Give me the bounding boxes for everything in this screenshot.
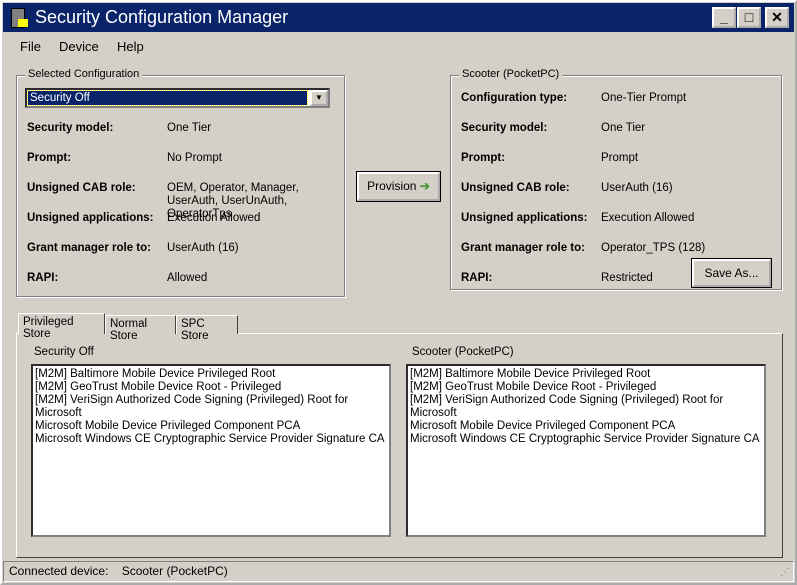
certificate-item[interactable]: [M2M] Baltimore Mobile Device Privileged… — [410, 368, 762, 381]
tab-normal-store[interactable]: Normal Store — [105, 315, 176, 342]
field-value: Execution Allowed — [167, 212, 261, 224]
double-arrow-icon: ➔ — [419, 179, 430, 193]
status-label: Connected device: — [9, 564, 109, 578]
field-label: Grant manager role to: — [27, 242, 151, 254]
menu-device[interactable]: Device — [59, 39, 99, 54]
field-label: Grant manager role to: — [461, 242, 585, 254]
minimize-button[interactable]: _ — [712, 7, 736, 28]
field-value: Prompt — [601, 152, 639, 164]
save-as-button[interactable]: Save As... — [691, 258, 772, 288]
field-value: Allowed — [167, 272, 208, 284]
field-label: Security model: — [27, 122, 114, 134]
certificate-item[interactable]: [M2M] Baltimore Mobile Device Privileged… — [35, 368, 387, 381]
right-certificate-list[interactable]: [M2M] Baltimore Mobile Device Privileged… — [406, 364, 766, 537]
field-label: Unsigned applications: — [461, 212, 588, 224]
group-label: Scooter (PocketPC) — [459, 68, 563, 80]
certificate-item[interactable]: Microsoft Mobile Device Privileged Compo… — [35, 420, 387, 433]
left-store-title: Security Off — [34, 346, 94, 358]
left-certificate-list[interactable]: [M2M] Baltimore Mobile Device Privileged… — [31, 364, 391, 537]
menu-file[interactable]: File — [20, 39, 41, 54]
tab-privileged-store[interactable]: Privileged Store — [18, 313, 105, 340]
field-label: RAPI: — [27, 272, 59, 284]
field-label: Configuration type: — [461, 92, 568, 104]
field-label: RAPI: — [461, 272, 493, 284]
field-label: Unsigned CAB role: — [461, 182, 570, 194]
field-value: One Tier — [167, 122, 212, 134]
dropdown-value: Security Off — [27, 90, 308, 106]
certificate-item[interactable]: Microsoft Windows CE Cryptographic Servi… — [35, 433, 387, 446]
title-bar: Security Configuration Manager — [3, 3, 794, 32]
field-label: Prompt: — [461, 152, 506, 164]
window-title: Security Configuration Manager — [35, 7, 289, 27]
chevron-down-icon[interactable]: ▼ — [310, 90, 328, 106]
status-bar: Connected device: Scooter (PocketPC) — [3, 561, 794, 582]
field-label: Unsigned CAB role: — [27, 182, 136, 194]
close-button[interactable]: ✕ — [765, 7, 789, 28]
field-value: One Tier — [601, 122, 646, 134]
field-value: Operator_TPS (128) — [601, 242, 706, 254]
resize-grip-icon[interactable]: ⋰ — [780, 567, 790, 578]
right-store-title: Scooter (PocketPC) — [412, 346, 514, 358]
field-value: UserAuth (16) — [167, 242, 239, 254]
status-value: Scooter (PocketPC) — [121, 564, 228, 578]
certificate-item[interactable]: [M2M] GeoTrust Mobile Device Root - Priv… — [410, 381, 762, 394]
certificate-item[interactable]: Microsoft Windows CE Cryptographic Servi… — [410, 433, 762, 446]
provision-label: Provision — [367, 179, 417, 193]
provision-button[interactable]: Provision ➔ — [356, 171, 441, 202]
certificate-item[interactable]: [M2M] GeoTrust Mobile Device Root - Priv… — [35, 381, 387, 394]
field-value: No Prompt — [167, 152, 222, 164]
field-value: UserAuth (16) — [601, 182, 673, 194]
certificate-item[interactable]: [M2M] VeriSign Authorized Code Signing (… — [410, 394, 762, 420]
group-label: Selected Configuration — [25, 68, 143, 80]
field-value: Execution Allowed — [601, 212, 695, 224]
app-icon — [11, 8, 28, 28]
field-label: Prompt: — [27, 152, 72, 164]
tab-spc-store[interactable]: SPC Store — [176, 315, 238, 342]
field-label: Security model: — [461, 122, 548, 134]
menu-help[interactable]: Help — [117, 39, 144, 54]
field-label: Unsigned applications: — [27, 212, 154, 224]
configuration-dropdown[interactable]: Security Off ▼ — [25, 88, 330, 108]
maximize-button[interactable]: □ — [737, 7, 761, 28]
certificate-item[interactable]: [M2M] VeriSign Authorized Code Signing (… — [35, 394, 387, 420]
certificate-item[interactable]: Microsoft Mobile Device Privileged Compo… — [410, 420, 762, 433]
field-value: One-Tier Prompt — [601, 92, 687, 104]
